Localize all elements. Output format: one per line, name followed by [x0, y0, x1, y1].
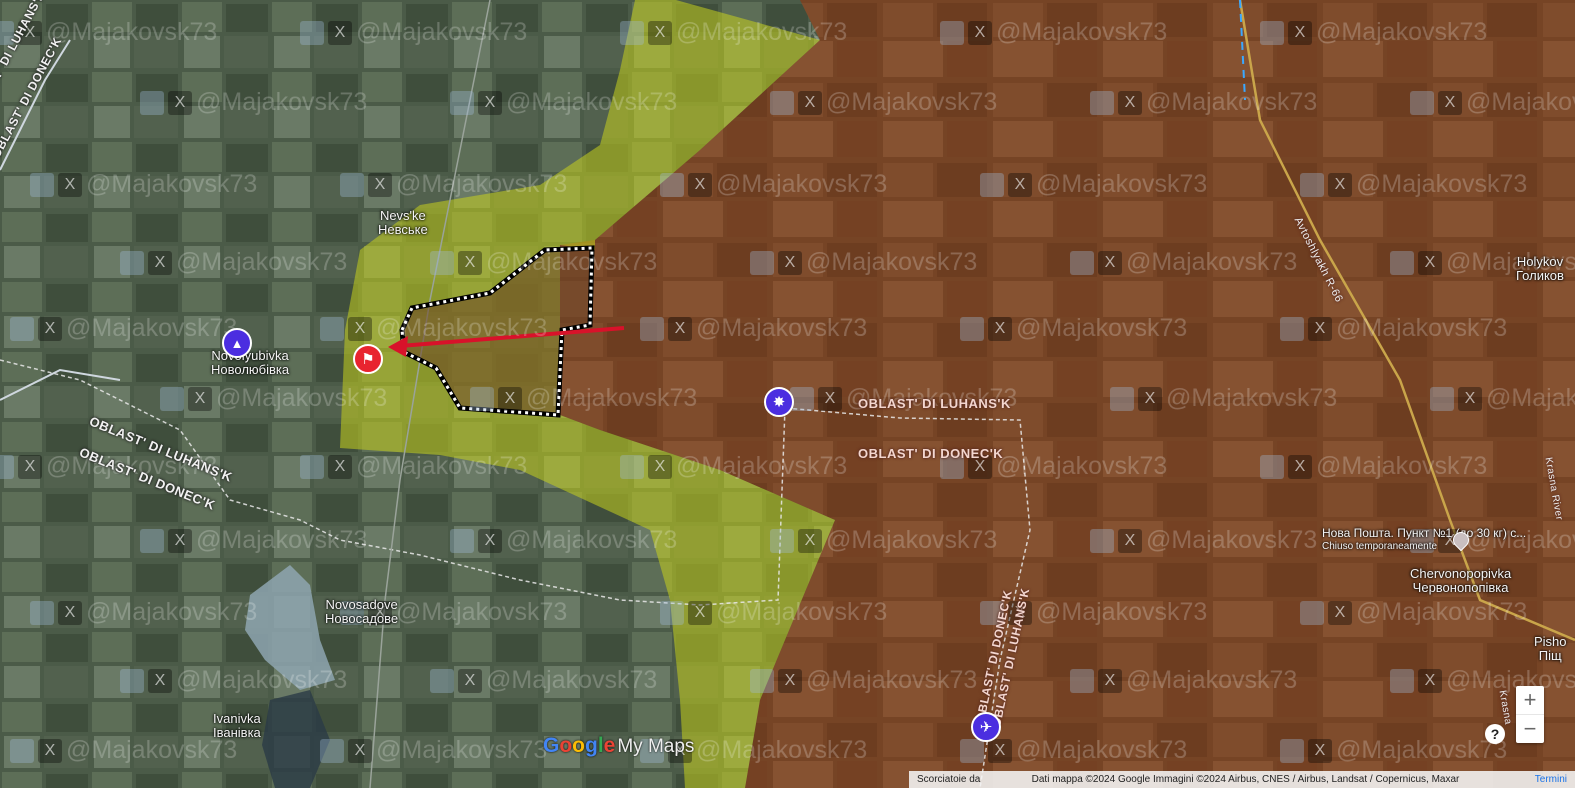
help-button[interactable]: ?: [1485, 724, 1505, 744]
place-novosadove: Novosadove Новосадове: [325, 597, 399, 626]
terms-link[interactable]: Termini: [1527, 771, 1575, 788]
place-novolyubivka: Novolyubivka Новолюбівка: [211, 348, 290, 377]
place-chervonopopivka: Chervonopopivka Червонопопівка: [1410, 566, 1512, 595]
zoom-in-button[interactable]: +: [1516, 686, 1544, 714]
airplane-icon[interactable]: ✈: [971, 712, 1001, 742]
place-holykove: Holykov Голиков: [1516, 254, 1564, 283]
place-nevske: Nevs'ke Невське: [378, 208, 428, 237]
map-canvas[interactable]: X @Majakovsk73 X @Majakovsk73 X @Majakovsk73 X…: [0, 0, 1575, 788]
border-label-donetsk-east: OBLAST' DI DONEC'K: [858, 446, 1004, 461]
zoom-out-button[interactable]: −: [1516, 715, 1544, 743]
explosion-icon[interactable]: ✸: [764, 387, 794, 417]
keyboard-shortcuts-link[interactable]: Scorciatoie da tastiera: [909, 771, 1024, 788]
flag-icon[interactable]: ⚑: [353, 344, 383, 374]
map-attribution: Dati mappa ©2024 Google Immagini ©2024 A…: [1031, 774, 1460, 785]
place-pishchane: Pisho Піщ: [1534, 634, 1567, 663]
tank-icon[interactable]: ▲: [222, 328, 252, 358]
google-my-maps-logo: Google My Maps: [543, 734, 695, 757]
border-label-luhansk-east: OBLAST' DI LUHANS'K: [858, 396, 1011, 411]
poi-nova-poshta[interactable]: Нова Пошта. Пункт №1 (до 30 кг) с... Chi…: [1322, 526, 1526, 554]
place-ivanivka: Ivanivka Іванівка: [213, 711, 261, 740]
zoom-control: + −: [1516, 686, 1544, 743]
map-footer: Scorciatoie da tastiera Dati mappa ©2024…: [909, 771, 1575, 788]
